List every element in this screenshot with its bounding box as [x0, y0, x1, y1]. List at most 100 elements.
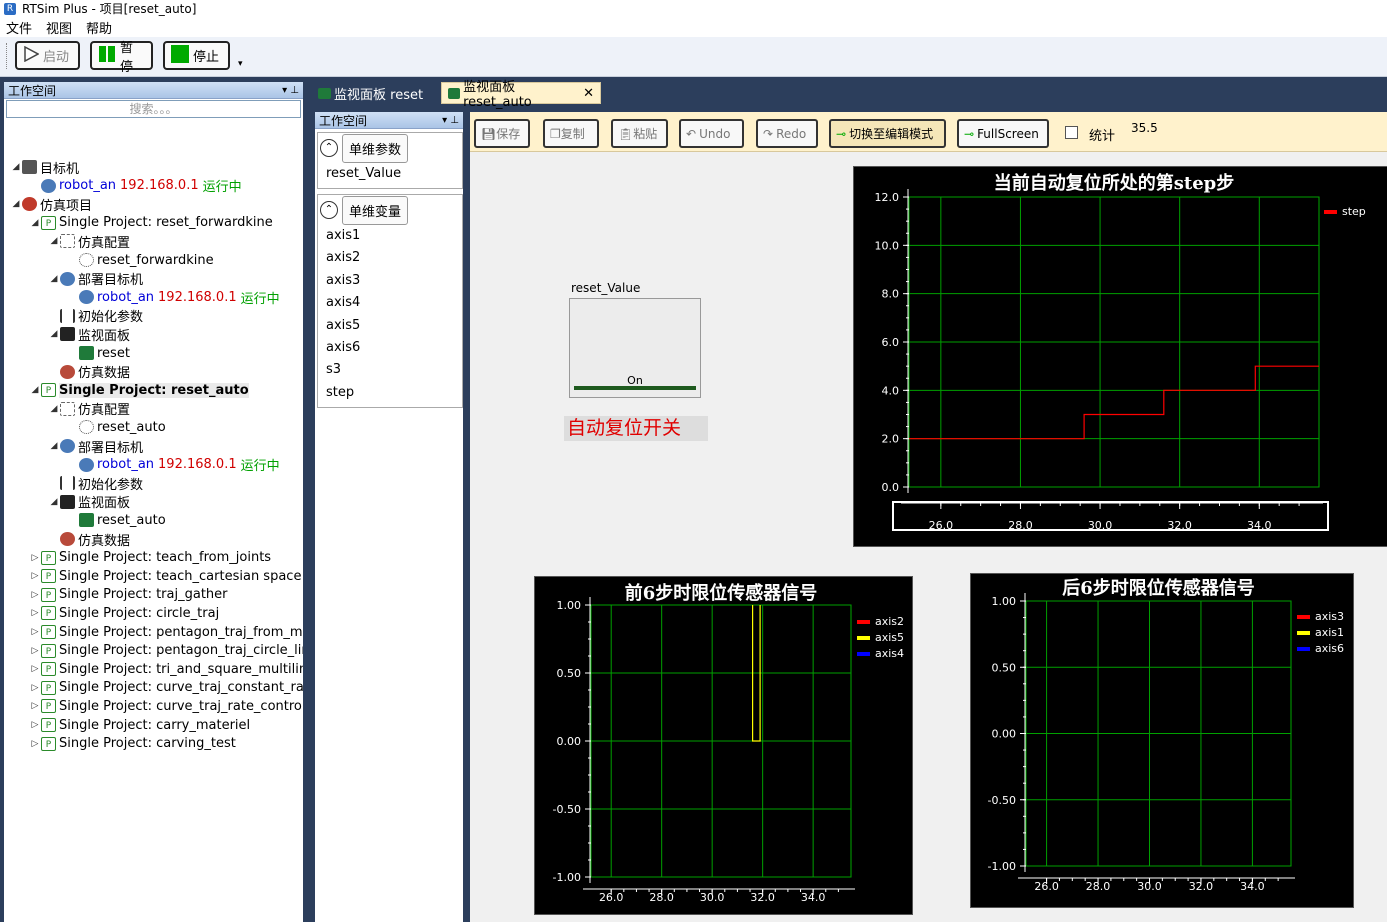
expanded-arrow-icon[interactable]: ◢	[29, 218, 41, 228]
reset-value-switch[interactable]: On	[569, 298, 701, 398]
collapse-icon[interactable]: ⌃	[320, 139, 338, 157]
tree-item[interactable]: ◢ 仿真配置	[48, 232, 130, 251]
vars-button[interactable]: 单维变量	[342, 195, 409, 225]
redo-label: Redo	[776, 126, 807, 141]
undo-icon: ↶	[686, 126, 697, 141]
collapsed-arrow-icon[interactable]: ▷	[29, 683, 41, 693]
expanded-arrow-icon[interactable]: ◢	[29, 385, 41, 395]
var-item[interactable]: axis4	[318, 292, 462, 314]
copy-button[interactable]: ❐ 复制	[543, 119, 599, 148]
params-button[interactable]: 单维参数	[342, 133, 409, 163]
tab-monitor-reset[interactable]: 监视面板 reset	[312, 82, 437, 104]
menu-view[interactable]: 视图	[46, 18, 72, 37]
collapsed-arrow-icon[interactable]: ▷	[29, 608, 41, 618]
param-item[interactable]: reset_Value	[318, 163, 462, 185]
tree-item[interactable]: ◢ 部署目标机	[48, 270, 143, 288]
start-button[interactable]: 启动	[15, 41, 80, 70]
collapsed-arrow-icon[interactable]: ▷	[29, 646, 41, 656]
legend-label: axis4	[875, 647, 904, 660]
tree-item[interactable]: ▷ P Single Project: teach_from_joints	[29, 549, 272, 567]
tree-item[interactable]: ▷ P Single Project: traj_gather	[29, 586, 228, 604]
var-item[interactable]: step	[318, 382, 462, 404]
collapsed-arrow-icon[interactable]: ▷	[29, 590, 41, 600]
tree-item[interactable]: ◢ 部署目标机	[48, 437, 144, 456]
collapsed-arrow-icon[interactable]: ▷	[29, 739, 41, 749]
paste-button[interactable]: 📋︎ 粘贴	[611, 119, 668, 148]
tree-item[interactable]: ◢ 监视面板	[48, 325, 131, 344]
menu-file[interactable]: 文件	[6, 18, 32, 37]
expanded-arrow-icon[interactable]: ◢	[48, 274, 60, 284]
close-icon[interactable]: ✕	[583, 86, 594, 101]
tree-item[interactable]: ▷ P Single Project: pentagon_traj_from_mu	[29, 623, 303, 641]
stop-button[interactable]: 停止	[163, 41, 230, 70]
tree-item[interactable]: reset_forwardkine	[67, 251, 214, 269]
tree-item[interactable]: 初始化参数	[48, 474, 143, 493]
tree-item-label: Single Project: carving_test	[59, 736, 236, 752]
tree-item[interactable]: 仿真数据	[48, 363, 130, 381]
var-item[interactable]: axis2	[318, 247, 462, 269]
collapsed-arrow-icon[interactable]: ▷	[29, 627, 41, 637]
tree-item[interactable]: ▷ P Single Project: pentagon_traj_circle_l…	[29, 642, 303, 660]
tree-item[interactable]: 初始化参数	[48, 307, 143, 325]
tree-item-label: reset_auto	[97, 419, 166, 435]
save-button[interactable]: 💾︎ 保存	[474, 119, 530, 148]
paste-icon: 📋︎	[618, 126, 634, 141]
collapse-icon[interactable]: ⌃	[320, 201, 338, 219]
collapsed-arrow-icon[interactable]: ▷	[29, 664, 41, 674]
var-item[interactable]: axis3	[318, 270, 462, 292]
tree-item[interactable]: ◢ P Single Project: reset_forwardkine	[29, 214, 273, 232]
tree-item[interactable]: ◢ P Single Project: reset_auto	[29, 381, 249, 399]
panel-pin-icon[interactable]: ▾ ⊥	[442, 115, 459, 126]
panel-pin-icon[interactable]: ▾ ⊥	[282, 85, 299, 96]
tree-item[interactable]: ▷ P Single Project: curve_traj_constant_ra…	[29, 679, 303, 697]
tree-item[interactable]: 仿真数据	[48, 530, 130, 549]
tree-item[interactable]: ◢ 仿真配置	[48, 400, 130, 418]
tree-item[interactable]: reset	[67, 344, 130, 362]
tab-monitor-reset-auto[interactable]: 监视面板 reset_auto ✕	[441, 80, 601, 110]
var-item[interactable]: axis6	[318, 337, 462, 359]
x-tick-label: 30.0	[1137, 880, 1162, 893]
tree-item[interactable]: reset_auto	[67, 511, 166, 529]
stats-checkbox[interactable]	[1065, 126, 1078, 139]
switch-mode-button[interactable]: ⊸ 切换至编辑模式	[829, 119, 946, 148]
tree-item-label: 监视面板	[78, 328, 131, 344]
project-icon: P	[41, 215, 56, 230]
tree-item[interactable]: ◢ 仿真项目	[10, 195, 92, 214]
tree-item-label: 部署目标机	[78, 440, 144, 456]
tree-item[interactable]: ▷ P Single Project: tri_and_square_multili…	[29, 660, 303, 678]
expanded-arrow-icon[interactable]: ◢	[10, 162, 22, 172]
tree-item[interactable]: ▷ P Single Project: circle_traj	[29, 604, 220, 622]
menu-help[interactable]: 帮助	[86, 18, 112, 37]
expanded-arrow-icon[interactable]: ◢	[10, 199, 22, 209]
tree-item[interactable]: robot_an 192.168.0.1 运行中	[67, 456, 280, 474]
expanded-arrow-icon[interactable]: ◢	[48, 236, 60, 246]
tree-item[interactable]: ▷ P Single Project: carry_materiel	[29, 716, 251, 734]
redo-button[interactable]: ↷ Redo	[756, 119, 818, 148]
tree-item[interactable]: ▷ P Single Project: curve_traj_rate_contro…	[29, 697, 303, 715]
fullscreen-button[interactable]: ⊸ FullScreen	[957, 119, 1049, 148]
tree-item[interactable]: ▷ P Single Project: carving_test	[29, 735, 236, 753]
tree-item[interactable]: ▷ P Single Project: teach_cartesian space	[29, 567, 302, 585]
tree-item[interactable]: robot_an 192.168.0.1 运行中	[29, 177, 242, 195]
expanded-arrow-icon[interactable]: ◢	[48, 441, 60, 451]
collapsed-arrow-icon[interactable]: ▷	[29, 701, 41, 711]
toolbar-overflow-icon[interactable]: ▾	[238, 59, 243, 69]
tree-item-label: robot_an	[97, 289, 155, 305]
pause-button[interactable]: 暂停	[90, 41, 153, 75]
var-item[interactable]: axis1	[318, 225, 462, 247]
tree-item[interactable]: ◢ 目标机	[10, 158, 79, 177]
legend-label: axis5	[875, 631, 904, 644]
tree-item[interactable]: reset_auto	[67, 418, 166, 436]
tree-item[interactable]: robot_an 192.168.0.1 运行中	[67, 288, 280, 307]
undo-button[interactable]: ↶ Undo	[679, 119, 744, 148]
expanded-arrow-icon[interactable]: ◢	[48, 404, 60, 414]
collapsed-arrow-icon[interactable]: ▷	[29, 553, 41, 563]
tree-item[interactable]: ◢ 监视面板	[48, 493, 130, 511]
collapsed-arrow-icon[interactable]: ▷	[29, 571, 41, 581]
var-item[interactable]: s3	[318, 359, 462, 381]
expanded-arrow-icon[interactable]: ◢	[48, 329, 60, 339]
var-item[interactable]: axis5	[318, 315, 462, 337]
collapsed-arrow-icon[interactable]: ▷	[29, 720, 41, 730]
workspace-search-input[interactable]: 搜索。。。	[6, 100, 301, 118]
expanded-arrow-icon[interactable]: ◢	[48, 497, 60, 507]
